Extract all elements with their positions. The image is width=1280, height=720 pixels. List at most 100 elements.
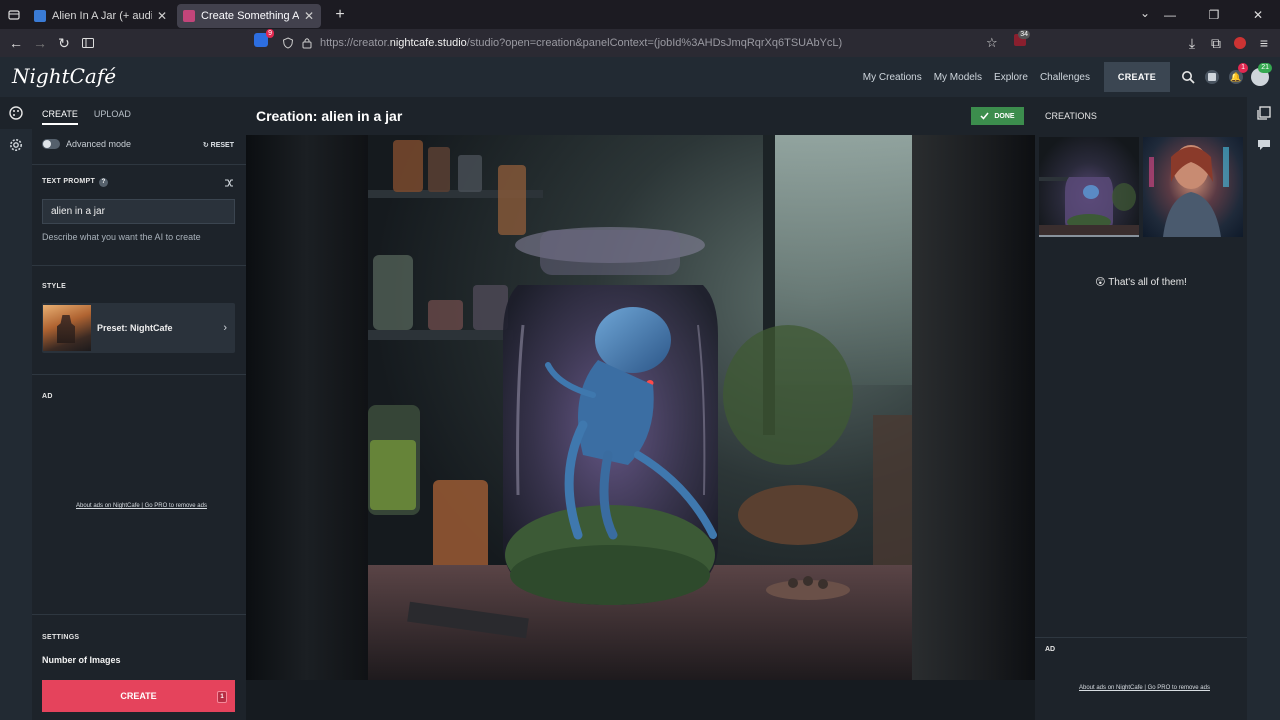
create-button[interactable]: CREATE 1 xyxy=(42,680,235,712)
create-panel: CREATE UPLOAD Advanced mode ↻ RESET TEXT… xyxy=(32,97,246,720)
extension-icon[interactable]: 34 xyxy=(1014,30,1030,46)
nav-my-models[interactable]: My Models xyxy=(934,72,982,83)
lock-icon[interactable] xyxy=(302,37,312,49)
shield-icon[interactable] xyxy=(282,37,294,49)
close-window-icon[interactable]: ✕ xyxy=(1236,8,1280,22)
search-icon[interactable] xyxy=(1176,65,1200,89)
text-prompt-input[interactable] xyxy=(42,199,235,224)
bookmark-star-icon[interactable]: ☆ xyxy=(986,35,998,51)
avatar[interactable]: 21 xyxy=(1248,63,1272,89)
nightcafe-logo[interactable]: NightCafé xyxy=(12,64,116,88)
divider xyxy=(32,614,246,615)
create-palette-icon[interactable] xyxy=(0,97,32,129)
end-of-list-text: That's all of them! xyxy=(1108,277,1187,288)
reset-label: RESET xyxy=(210,142,234,149)
style-label: STYLE xyxy=(42,283,67,290)
address-bar[interactable]: https://creator.nightcafe.studio/studio?… xyxy=(250,32,1010,54)
close-tab-icon[interactable]: ✕ xyxy=(303,9,315,23)
notification-count-badge: 1 xyxy=(1238,63,1248,73)
status-text: DONE xyxy=(994,112,1015,120)
prompt-hint: Describe what you want the AI to create xyxy=(42,232,201,242)
downloads-icon[interactable]: ⤓ xyxy=(1180,31,1204,55)
menu-icon[interactable]: ≡ xyxy=(1252,31,1276,55)
new-tab-icon[interactable]: + xyxy=(328,6,352,24)
style-preset-name: Preset: NightCafe xyxy=(97,323,173,333)
creations-panel: CREATIONS 😲 That's all of them! AD About… xyxy=(1035,97,1247,720)
text-prompt-label: TEXT PROMPT? xyxy=(42,178,109,187)
tab-list-icon[interactable] xyxy=(0,0,28,29)
header-create-button[interactable]: CREATE xyxy=(1104,62,1170,92)
browser-tab-1[interactable]: Alien In A Jar (+ audiosex comr ✕ xyxy=(28,4,174,28)
gallery-stack-icon[interactable] xyxy=(1247,97,1280,129)
creation-header: Creation: alien in a jar DONE xyxy=(246,97,1035,135)
reload-icon[interactable]: ↻ xyxy=(52,31,76,55)
divider xyxy=(32,164,246,165)
reset-icon: ↻ xyxy=(202,142,211,149)
create-count-badge: 1 xyxy=(217,691,227,703)
browser-tab-bar: Alien In A Jar (+ audiosex comr ✕ Create… xyxy=(0,0,1280,29)
browser-tab-2[interactable]: Create Something Amazing - N ✕ xyxy=(177,3,321,28)
text-prompt-label-text: TEXT PROMPT xyxy=(42,178,96,185)
back-icon[interactable]: ← xyxy=(4,31,28,55)
advanced-mode-toggle[interactable] xyxy=(42,139,60,149)
creation-footer xyxy=(246,680,1035,720)
generated-image[interactable] xyxy=(368,135,912,680)
extensions-icon[interactable]: ⧉ xyxy=(1204,31,1228,55)
browser-nav-bar: ← → ↻ 9 https://creator.nightcafe.studio… xyxy=(0,29,1280,57)
nav-challenges[interactable]: Challenges xyxy=(1040,72,1090,83)
profile-count-badge: 21 xyxy=(1258,63,1272,73)
tab-title: Alien In A Jar (+ audiosex comr xyxy=(52,9,152,22)
close-tab-icon[interactable]: ✕ xyxy=(156,9,168,23)
create-button-label: CREATE xyxy=(120,691,157,701)
forward-icon[interactable]: → xyxy=(28,31,52,55)
divider xyxy=(1035,637,1247,638)
status-badge: DONE xyxy=(971,107,1024,125)
nav-my-creations[interactable]: My Creations xyxy=(863,72,922,83)
number-of-images-label: Number of Images xyxy=(42,655,121,665)
url-text: https://creator.nightcafe.studio/studio?… xyxy=(320,37,843,49)
account-icon[interactable] xyxy=(1228,31,1252,55)
tab-favicon-icon xyxy=(34,9,46,22)
nav-explore[interactable]: Explore xyxy=(994,72,1028,83)
settings-label: SETTINGS xyxy=(42,634,80,641)
creation-thumbnail[interactable] xyxy=(1039,137,1139,237)
chat-bubble-icon[interactable] xyxy=(1247,129,1280,161)
ad-links[interactable]: About ads on NightCafe | Go PRO to remov… xyxy=(76,503,207,509)
check-icon xyxy=(980,112,989,120)
advanced-mode-row: Advanced mode xyxy=(42,139,131,149)
creations-label: CREATIONS xyxy=(1045,111,1097,121)
sidebar-toggle-icon[interactable] xyxy=(76,31,100,55)
style-preset-card[interactable]: Preset: NightCafe › xyxy=(42,303,235,353)
gallery-icon[interactable] xyxy=(1200,65,1224,89)
create-upload-tabs: CREATE UPLOAD xyxy=(42,109,147,125)
divider xyxy=(32,265,246,266)
top-nav: My Creations My Models Explore Challenge… xyxy=(857,57,1280,97)
right-icon-strip xyxy=(1247,97,1280,720)
shuffle-icon[interactable] xyxy=(224,175,234,193)
tab-title: Create Something Amazing - N xyxy=(201,9,299,22)
ad-links[interactable]: About ads on NightCafe | Go PRO to remov… xyxy=(1079,685,1210,691)
tab-upload[interactable]: UPLOAD xyxy=(94,109,131,125)
nightcafe-favicon-icon xyxy=(183,9,195,22)
advanced-mode-label: Advanced mode xyxy=(66,139,132,149)
creation-view: Creation: alien in a jar DONE xyxy=(246,97,1035,720)
page-title: Creation: alien in a jar xyxy=(256,108,403,124)
style-preset-thumbnail xyxy=(43,305,91,351)
extension-badge: 34 xyxy=(1018,30,1030,39)
ad-label: AD xyxy=(42,393,53,400)
settings-gear-icon[interactable] xyxy=(0,129,32,161)
creation-thumbnail[interactable] xyxy=(1143,137,1243,237)
help-icon[interactable]: ? xyxy=(99,178,109,187)
ad-label: AD xyxy=(1045,646,1056,653)
reset-button[interactable]: ↻ RESET xyxy=(203,141,234,149)
surprised-emoji-icon: 😲 xyxy=(1095,277,1109,288)
restore-icon[interactable]: ❐ xyxy=(1192,8,1236,22)
divider xyxy=(32,374,246,375)
minimize-icon[interactable]: — xyxy=(1148,8,1192,22)
tab-create[interactable]: CREATE xyxy=(42,109,78,125)
image-stage xyxy=(246,135,1035,680)
chevron-right-icon: › xyxy=(223,322,227,334)
notifications-bell-icon[interactable]: 🔔 1 xyxy=(1224,63,1248,89)
left-icon-strip xyxy=(0,97,32,720)
image-blur-right xyxy=(912,135,1035,680)
